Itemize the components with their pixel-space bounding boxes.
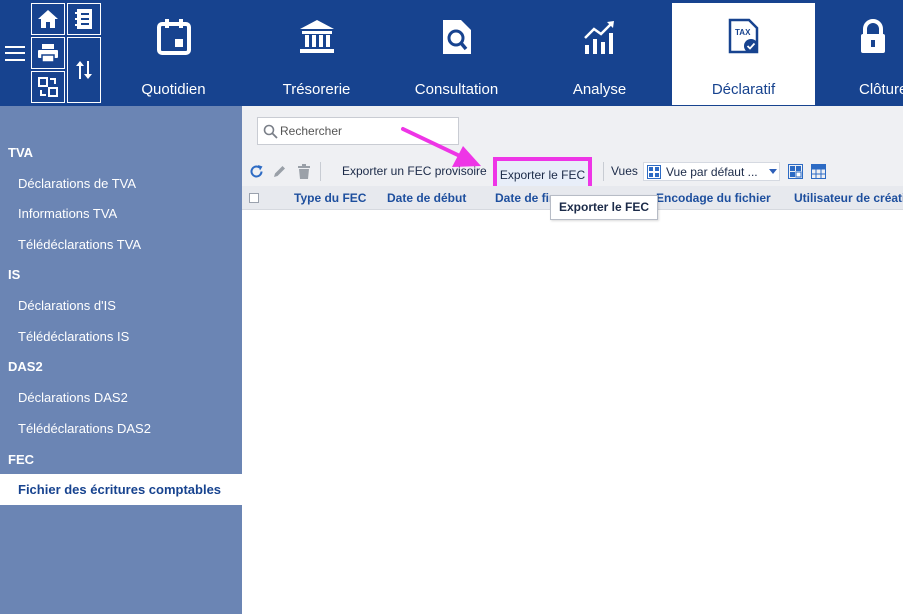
manage-views-button[interactable]	[787, 163, 804, 180]
pencil-icon	[274, 166, 285, 177]
trash-icon	[297, 163, 310, 179]
export-provisional-fec-button[interactable]: Exporter un FEC provisoire	[342, 164, 487, 178]
toolbar: Exporter un FEC provisoire Exporter le F…	[242, 156, 903, 193]
select-all-checkbox[interactable]	[249, 193, 259, 203]
view-select-value: Vue par défaut ...	[666, 165, 758, 179]
chart-icon	[580, 17, 620, 57]
refresh-icon	[250, 165, 263, 178]
svg-text:TAX: TAX	[735, 28, 751, 37]
search-input[interactable]	[280, 122, 455, 140]
bank-icon	[297, 17, 337, 57]
sidebar-section-is: IS	[8, 267, 21, 282]
delete-button[interactable]	[295, 163, 312, 180]
save-view-button[interactable]	[810, 163, 827, 180]
sidebar-item-declarations-is[interactable]: Déclarations d'IS	[18, 298, 116, 313]
view-settings-icon	[788, 164, 803, 179]
module-label: Consultation	[414, 81, 499, 98]
document-search-icon	[437, 17, 477, 57]
module-consultation[interactable]: Consultation	[385, 0, 528, 106]
sidebar-section-das2: DAS2	[8, 359, 43, 374]
print-button[interactable]	[31, 37, 65, 69]
column-header[interactable]: Date de fin	[495, 191, 556, 205]
module-analyse[interactable]: Analyse	[528, 0, 671, 106]
quick-access-grid	[30, 2, 102, 104]
toolbar-separator	[603, 162, 604, 181]
sidebar-item-informations-tva[interactable]: Informations TVA	[18, 206, 117, 221]
column-header[interactable]: Date de début	[387, 191, 466, 205]
sidebar-item-declarations-das2[interactable]: Déclarations DAS2	[18, 390, 128, 405]
home-icon	[38, 10, 58, 28]
lock-icon	[859, 17, 887, 57]
views-label: Vues	[611, 164, 638, 178]
module-label: Quotidien	[141, 81, 206, 98]
sidebar-item-teledeclarations-das2[interactable]: Télédéclarations DAS2	[18, 421, 151, 436]
column-header[interactable]: Utilisateur de création	[794, 191, 903, 205]
sync-icon	[38, 77, 58, 97]
search-icon	[263, 124, 278, 139]
sidebar-item-teledeclarations-tva[interactable]: Télédéclarations TVA	[18, 237, 141, 252]
address-book-icon	[75, 9, 92, 29]
module-label: Déclaratif	[711, 81, 776, 98]
module-cloture[interactable]: Clôture	[815, 0, 903, 106]
sidebar-section-fec: FEC	[8, 452, 34, 467]
module-label: Trésorerie	[282, 81, 351, 98]
column-header[interactable]: Encodage du fichier	[656, 191, 771, 205]
sidebar-item-fichier-ecritures[interactable]: Fichier des écritures comptables	[0, 474, 242, 505]
sidebar-section-tva: TVA	[8, 145, 34, 160]
main-content: Exporter un FEC provisoire Exporter le F…	[242, 106, 903, 614]
table-icon	[811, 164, 826, 179]
grid-view-icon	[647, 165, 661, 179]
printer-icon	[38, 44, 58, 63]
edit-button[interactable]	[271, 163, 288, 180]
filter-band	[242, 106, 903, 156]
top-navigation-bar: Quotidien Trésorerie Consultation Analys…	[0, 0, 903, 106]
module-label: Analyse	[572, 81, 627, 98]
module-quotidien[interactable]: Quotidien	[102, 0, 245, 106]
search-box[interactable]	[257, 117, 459, 145]
sidebar-item-declarations-tva[interactable]: Déclarations de TVA	[18, 176, 136, 191]
sync-button[interactable]	[31, 71, 65, 103]
module-declaratif[interactable]: TAX Déclaratif	[672, 3, 815, 105]
hamburger-menu-button[interactable]	[0, 0, 29, 106]
calendar-icon	[154, 17, 194, 57]
module-label: Clôture	[859, 81, 903, 98]
sidebar-item-teledeclarations-is[interactable]: Télédéclarations IS	[18, 329, 129, 344]
toolbar-separator	[320, 162, 321, 181]
hamburger-icon	[4, 45, 25, 61]
column-header[interactable]: Type du FEC	[294, 191, 366, 205]
sort-button[interactable]	[67, 37, 101, 103]
address-book-button[interactable]	[67, 3, 101, 35]
chevron-down-icon	[769, 169, 777, 174]
home-button[interactable]	[31, 3, 65, 35]
sidebar: TVA Déclarations de TVA Informations TVA…	[0, 106, 242, 614]
tax-document-icon: TAX	[724, 17, 764, 57]
tooltip: Exporter le FEC	[550, 195, 658, 220]
sort-arrows-icon	[76, 61, 92, 79]
view-select[interactable]: Vue par défaut ...	[643, 162, 780, 181]
refresh-button[interactable]	[248, 163, 265, 180]
module-tresorerie[interactable]: Trésorerie	[245, 0, 388, 106]
